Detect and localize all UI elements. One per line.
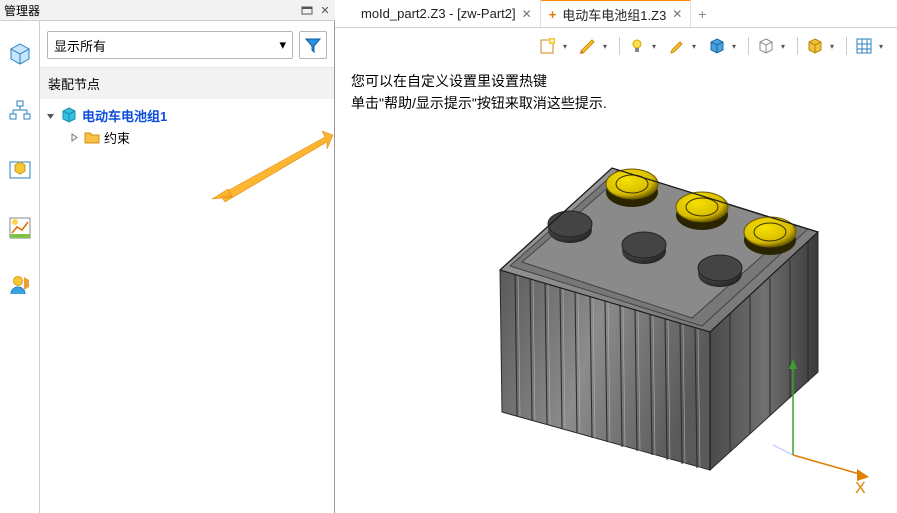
- tab-close-button[interactable]: ✕: [522, 7, 532, 21]
- toolbar-edit-button[interactable]: [577, 35, 599, 57]
- icon-chart[interactable]: [5, 213, 35, 243]
- filter-row: 显示所有 ▾: [40, 21, 334, 68]
- icon-tree[interactable]: [5, 97, 35, 127]
- dropdown-icon[interactable]: ▾: [729, 35, 739, 57]
- expander-open-icon[interactable]: [44, 111, 56, 120]
- panel-close-button[interactable]: ✕: [317, 3, 333, 18]
- tree-child-row[interactable]: 约束: [44, 126, 330, 148]
- dropdown-icon[interactable]: ▾: [778, 35, 788, 57]
- tab-mold-part2[interactable]: moId_part2.Z3 - [zw-Part2] ✕: [353, 0, 541, 27]
- manager-panel: 显示所有 ▾ 装配节点 电动车电池组1: [40, 21, 335, 513]
- hint-line2: 单击"帮助/显示提示"按钮来取消这些提示.: [351, 92, 607, 114]
- dropdown-icon[interactable]: ▾: [876, 35, 886, 57]
- tree-root-label: 电动车电池组1: [82, 106, 167, 125]
- toolbar-cube-button[interactable]: [706, 35, 728, 57]
- manager-panel-header: 管理器 ✕: [0, 0, 335, 21]
- modified-indicator: +: [549, 7, 557, 22]
- new-tab-button[interactable]: +: [691, 0, 713, 27]
- axis-x-label: X: [855, 480, 866, 495]
- folder-icon: [84, 130, 100, 144]
- dropdown-icon[interactable]: ▾: [560, 35, 570, 57]
- dropdown-icon[interactable]: ▾: [649, 35, 659, 57]
- icon-user[interactable]: [5, 271, 35, 301]
- tab-label: moId_part2.Z3 - [zw-Part2]: [361, 6, 516, 21]
- assembly-tree: 电动车电池组1 约束: [40, 99, 334, 153]
- caret-down-icon: ▾: [279, 37, 286, 53]
- hint-line1: 您可以在自定义设置里设置热键: [351, 70, 607, 92]
- toolbar-separator: [846, 37, 847, 55]
- tab-label: 电动车电池组1.Z3: [562, 5, 666, 24]
- toolbar-shaded-button[interactable]: [804, 35, 826, 57]
- 3d-model-viewport[interactable]: [430, 122, 825, 482]
- toolbar-separator: [797, 37, 798, 55]
- filter-combo[interactable]: 显示所有 ▾: [47, 31, 293, 59]
- filter-combo-text: 显示所有: [54, 36, 106, 55]
- assembly-icon: [60, 106, 78, 124]
- viewport-toolbar: ▾ ▾ ▾ ▾ ▾ ▾: [537, 31, 889, 61]
- dropdown-icon[interactable]: ▾: [600, 35, 610, 57]
- panel-minimize-button[interactable]: [299, 3, 315, 18]
- toolbar-wireframe-button[interactable]: [755, 35, 777, 57]
- toolbar-separator: [619, 37, 620, 55]
- left-icon-bar: [0, 21, 40, 513]
- toolbar-pencil-button[interactable]: [666, 35, 688, 57]
- toolbar-separator: [748, 37, 749, 55]
- toolbar-grid-button[interactable]: [853, 35, 875, 57]
- expander-closed-icon[interactable]: [68, 133, 80, 142]
- icon-cube[interactable]: [5, 39, 35, 69]
- viewport: moId_part2.Z3 - [zw-Part2] ✕ + 电动车电池组1.Z…: [335, 0, 897, 513]
- tab-battery-assembly[interactable]: + 电动车电池组1.Z3 ✕: [541, 0, 692, 27]
- dropdown-icon[interactable]: ▾: [689, 35, 699, 57]
- dropdown-icon[interactable]: ▾: [827, 35, 837, 57]
- document-tab-bar: moId_part2.Z3 - [zw-Part2] ✕ + 电动车电池组1.Z…: [335, 0, 897, 28]
- manager-title: 管理器: [4, 2, 299, 19]
- hint-text: 您可以在自定义设置里设置热键 单击"帮助/显示提示"按钮来取消这些提示.: [351, 70, 607, 114]
- tree-root-row[interactable]: 电动车电池组1: [44, 104, 330, 126]
- filter-funnel-button[interactable]: [299, 31, 327, 59]
- tree-header: 装配节点: [40, 68, 334, 99]
- icon-box[interactable]: [5, 155, 35, 185]
- axis-triad: X: [773, 355, 873, 495]
- toolbar-light-button[interactable]: [626, 35, 648, 57]
- tab-close-button[interactable]: ✕: [672, 7, 682, 21]
- toolbar-new-button[interactable]: [537, 35, 559, 57]
- tree-child-label: 约束: [104, 128, 130, 147]
